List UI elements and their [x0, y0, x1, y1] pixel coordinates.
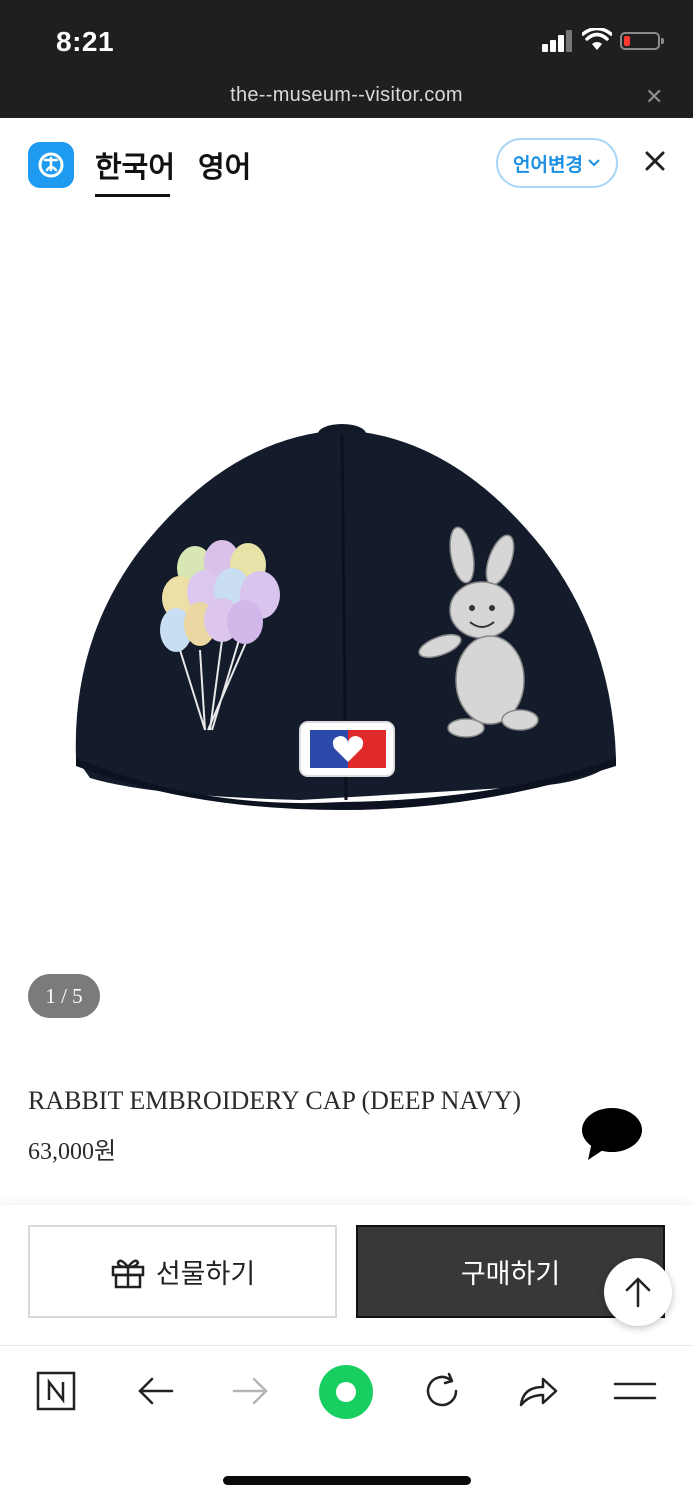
status-bar: 8:21 the--museum--visitor.com ✕: [0, 0, 693, 118]
translator-logo-icon: [28, 142, 74, 188]
scroll-to-top-button[interactable]: [604, 1258, 672, 1326]
cellular-signal-icon: [542, 30, 574, 52]
wifi-icon: [582, 28, 612, 50]
chevron-down-icon: [588, 159, 600, 167]
home-indicator: [223, 1476, 471, 1485]
active-tab-indicator: [95, 194, 170, 197]
menu-icon[interactable]: [612, 1370, 658, 1412]
reload-icon[interactable]: [421, 1370, 463, 1412]
close-icon[interactable]: [640, 146, 670, 176]
green-home-icon[interactable]: [318, 1364, 374, 1420]
url-close-icon[interactable]: ✕: [645, 84, 663, 110]
change-language-label: 언어변경: [513, 154, 583, 176]
gift-icon: [111, 1259, 145, 1288]
arrow-up-icon: [625, 1277, 651, 1308]
url-bar[interactable]: the--museum--visitor.com: [0, 84, 693, 107]
tab-english[interactable]: 영어: [198, 144, 251, 186]
battery-icon: [620, 32, 664, 50]
buy-label: 구매하기: [460, 1259, 561, 1289]
back-arrow-icon[interactable]: [134, 1370, 176, 1412]
chat-bubble-icon[interactable]: [578, 1104, 644, 1164]
share-icon[interactable]: [517, 1370, 559, 1412]
image-pager: 1 / 5: [28, 974, 100, 1018]
tab-korean[interactable]: 한국어: [95, 144, 175, 186]
product-price: 63,000원: [28, 1139, 117, 1165]
product-image[interactable]: [0, 210, 693, 1040]
gift-label: 선물하기: [155, 1259, 256, 1289]
naver-n-icon[interactable]: [35, 1370, 77, 1412]
gift-button[interactable]: 선물하기: [28, 1225, 337, 1318]
status-time: 8:21: [56, 26, 115, 57]
forward-arrow-icon[interactable]: [230, 1370, 272, 1412]
product-name: RABBIT EMBROIDERY CAP (DEEP NAVY): [28, 1086, 522, 1115]
change-language-button[interactable]: 언어변경: [496, 138, 618, 188]
translation-header: 한국어 영어 언어변경: [0, 118, 693, 211]
cap-illustration: [75, 424, 617, 810]
